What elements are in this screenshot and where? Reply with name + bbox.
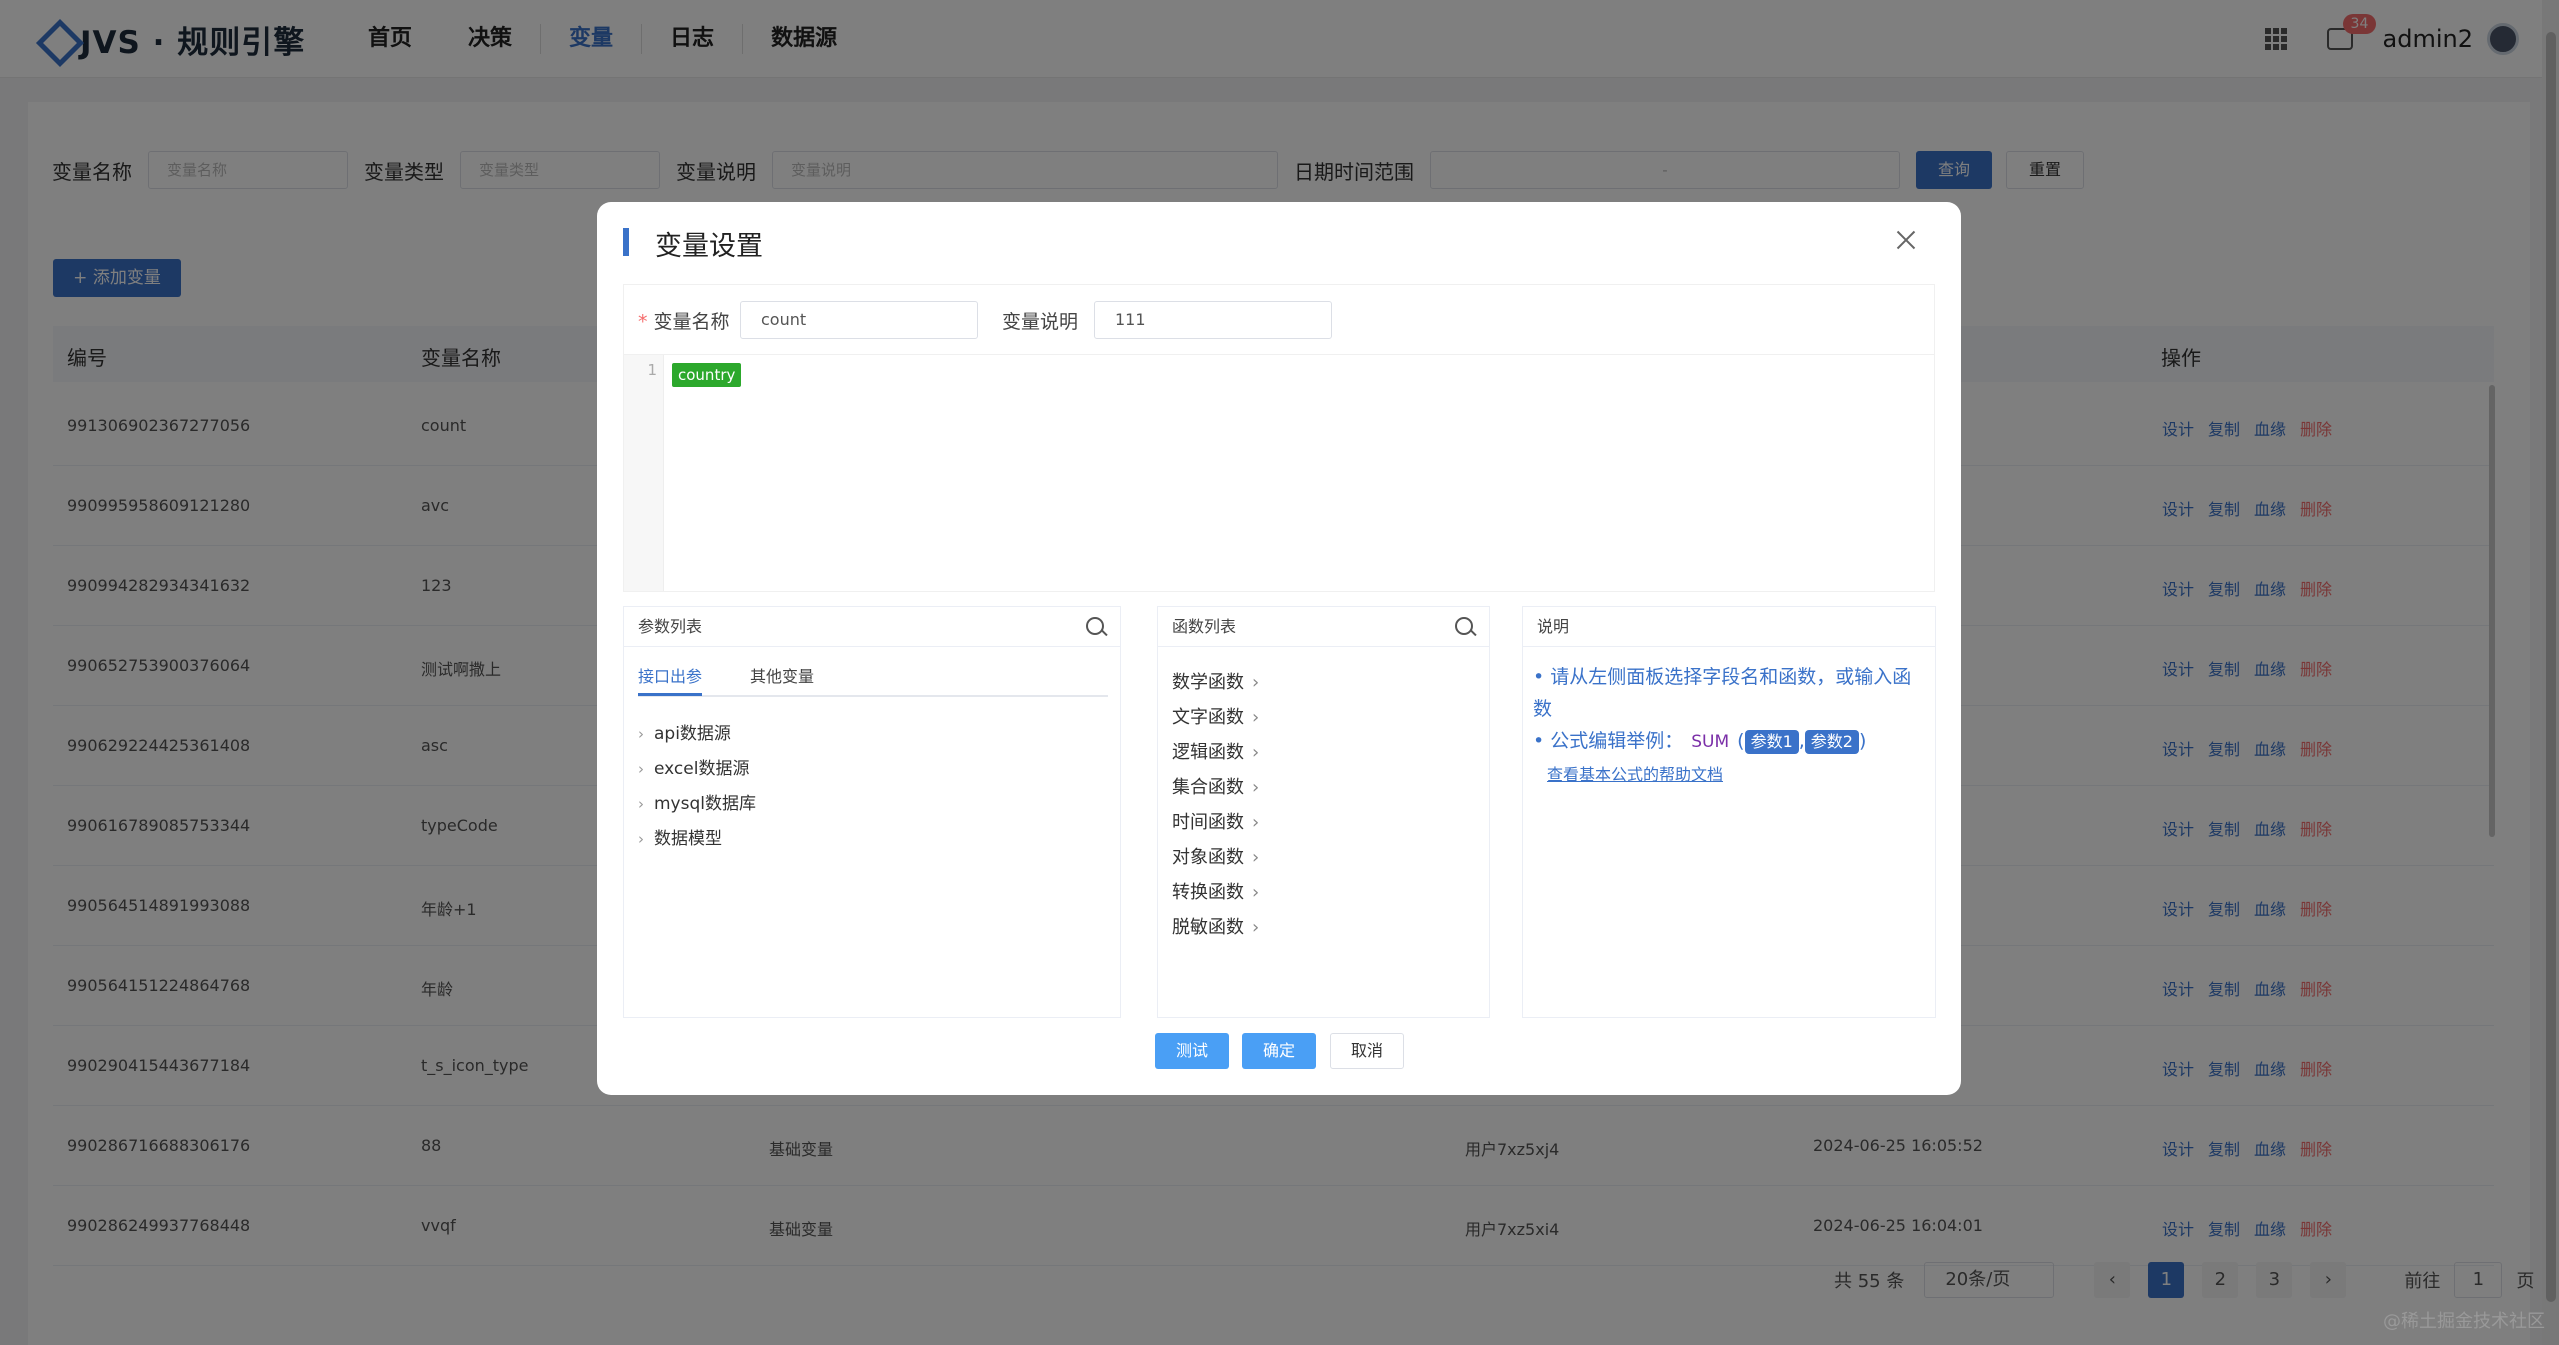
close-icon[interactable] xyxy=(1894,228,1918,252)
tree-item[interactable]: › 数据模型 xyxy=(638,822,756,857)
watermark: @稀土掘金技术社区 xyxy=(2383,1311,2545,1332)
variable-desc-input[interactable]: 111 xyxy=(1094,301,1332,339)
function-list: 数学函数 › 文字函数 › 逻辑函数 › 集合函数 › 时间函数 › 对象函数 › 转换函数… xyxy=(1172,665,1259,945)
function-category[interactable]: 对象函数 › xyxy=(1172,840,1259,875)
help-panel: 说明 • 请从左侧面板选择字段名和函数，或输入函数 • 公式编辑举例： SUM(参数1… xyxy=(1522,606,1936,1018)
help-content: • 请从左侧面板选择字段名和函数，或输入函数 • 公式编辑举例： SUM(参数1, 参数… xyxy=(1533,666,1912,784)
chevron-right-icon: › xyxy=(1252,882,1260,903)
chevron-right-icon: › xyxy=(1252,917,1260,938)
chevron-right-icon: › xyxy=(638,795,644,813)
test-button[interactable]: 测试 xyxy=(1155,1033,1229,1069)
formula-editor[interactable]: 1 country xyxy=(623,354,1935,592)
chevron-right-icon: › xyxy=(1252,847,1260,868)
function-category[interactable]: 转换函数 › xyxy=(1172,875,1259,910)
chevron-right-icon: › xyxy=(1252,742,1260,763)
cancel-button[interactable]: 取消 xyxy=(1330,1033,1404,1069)
chevron-right-icon: › xyxy=(638,830,644,848)
dialog-title: 变量设置 xyxy=(655,231,763,262)
params-tree: › api数据源 › excel数据源 › mysql数据库 › 数据模型 xyxy=(638,717,756,857)
function-category[interactable]: 数学函数 › xyxy=(1172,665,1259,700)
tree-item[interactable]: › api数据源 xyxy=(638,717,756,752)
chevron-right-icon: › xyxy=(1252,777,1260,798)
chevron-right-icon: › xyxy=(1252,672,1260,693)
tab-other-vars[interactable]: 其他变量 xyxy=(750,663,814,687)
params-tabs: 接口出参 其他变量 xyxy=(638,657,1108,697)
confirm-button[interactable]: 确定 xyxy=(1242,1033,1316,1069)
tree-item[interactable]: › excel数据源 xyxy=(638,752,756,787)
chevron-right-icon: › xyxy=(1252,707,1260,728)
search-icon[interactable] xyxy=(1086,617,1104,635)
help-doc-link[interactable]: 查看基本公式的帮助文档 xyxy=(1547,765,1723,784)
function-category[interactable]: 逻辑函数 › xyxy=(1172,735,1259,770)
line-number: 1 xyxy=(624,355,664,591)
field-token[interactable]: country xyxy=(672,363,742,387)
search-icon[interactable] xyxy=(1455,617,1473,635)
variable-settings-dialog: 变量设置 * 变量名称 count 变量说明 111 1 country 参数列… xyxy=(597,202,1961,1095)
chevron-right-icon: › xyxy=(638,725,644,743)
tree-item[interactable]: › mysql数据库 xyxy=(638,787,756,822)
variable-form: * 变量名称 count 变量说明 111 xyxy=(623,284,1935,354)
chevron-right-icon: › xyxy=(638,760,644,778)
function-category[interactable]: 集合函数 › xyxy=(1172,770,1259,805)
functions-panel: 函数列表 数学函数 › 文字函数 › 逻辑函数 › 集合函数 › 时间函数 › 对象函数 ›… xyxy=(1157,606,1490,1018)
params-panel: 参数列表 接口出参 其他变量 › api数据源 › excel数据源 › mysql数… xyxy=(623,606,1121,1018)
variable-name-input[interactable]: count xyxy=(740,301,978,339)
function-category[interactable]: 文字函数 › xyxy=(1172,700,1259,735)
function-category[interactable]: 脱敏函数 › xyxy=(1172,910,1259,945)
chevron-right-icon: › xyxy=(1252,812,1260,833)
tab-interface-output[interactable]: 接口出参 xyxy=(638,663,702,687)
function-category[interactable]: 时间函数 › xyxy=(1172,805,1259,840)
